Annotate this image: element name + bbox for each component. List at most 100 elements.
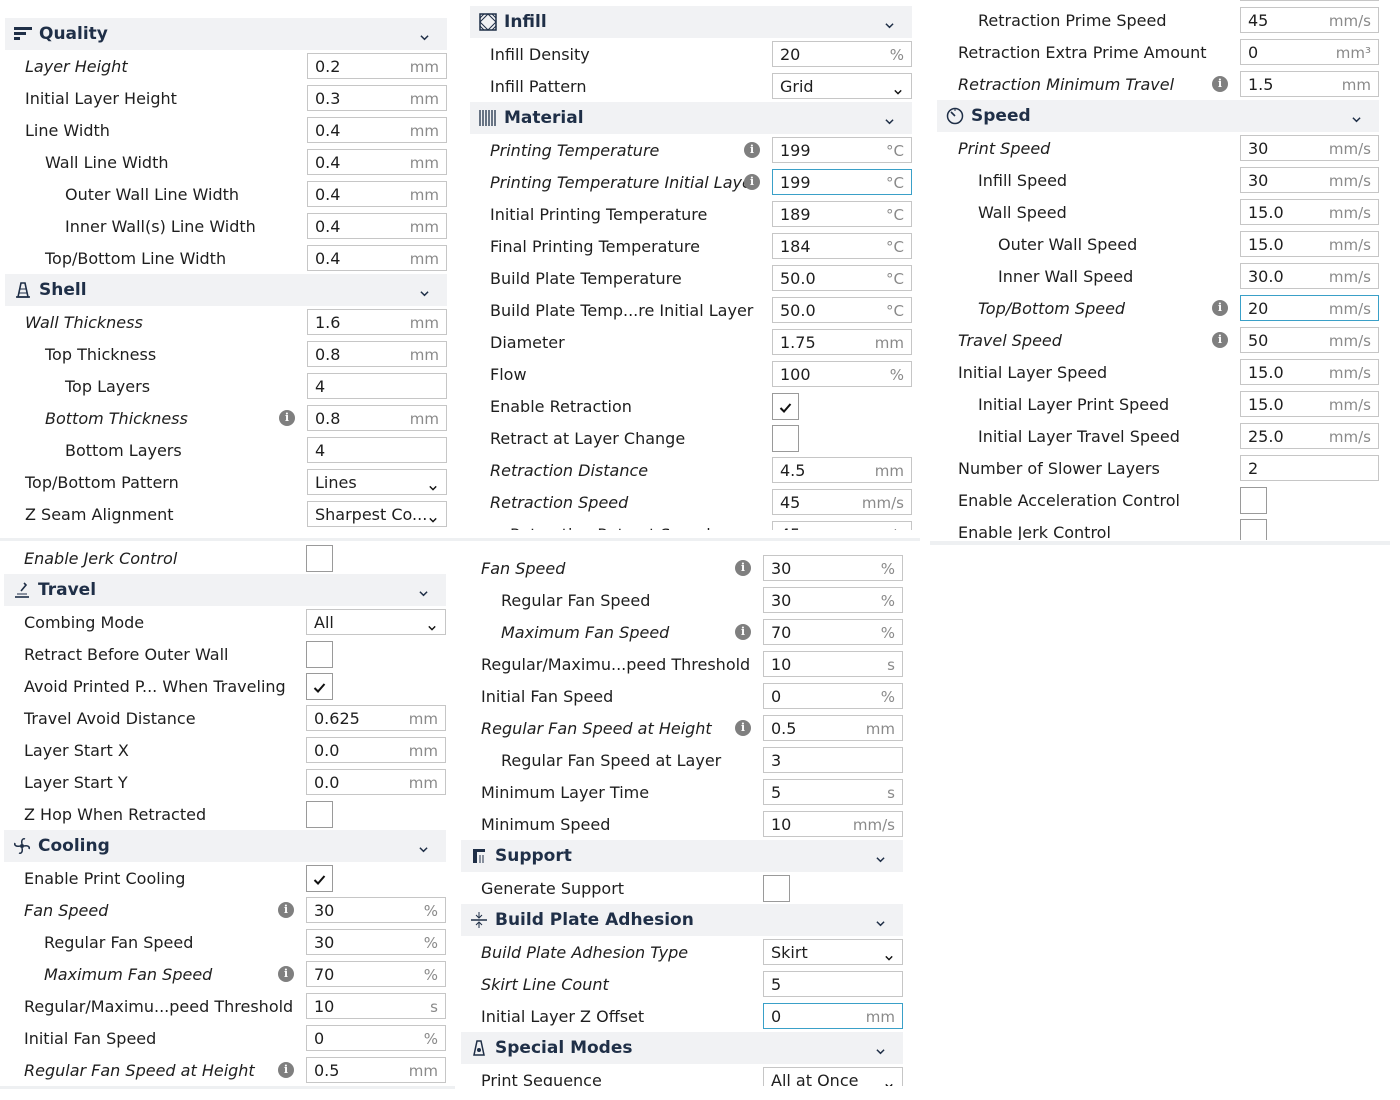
setting-input[interactable]: 0.8 mm [307,405,447,431]
chevron-down-icon[interactable] [420,27,429,41]
setting-input[interactable]: 0.4 mm [307,149,447,175]
setting-dropdown[interactable]: Grid [772,73,912,99]
setting-input[interactable]: 50 mm/s [1240,327,1379,353]
section-header-build-plate-adhesion[interactable]: Build Plate Adhesion [461,904,903,936]
chevron-down-icon[interactable] [1352,109,1361,123]
setting-dropdown[interactable]: Skirt [763,939,903,965]
setting-input[interactable]: 70% [306,961,446,987]
setting-input[interactable]: 0.2 mm [307,53,447,79]
setting-dropdown[interactable]: Sharpest Co... [307,501,447,527]
setting-input[interactable]: 0.4 mm [307,181,447,207]
setting-input[interactable]: 70% [763,619,903,645]
setting-input[interactable]: 0.4 mm [307,213,447,239]
chevron-down-icon[interactable] [419,583,428,597]
info-icon[interactable]: i [735,624,751,640]
setting-dropdown[interactable]: All at Once [763,1067,903,1086]
setting-input[interactable]: 0.5 mm [306,1057,446,1083]
setting-checkbox[interactable] [306,865,333,892]
setting-input[interactable]: 25.0 mm/s [1240,423,1379,449]
setting-input[interactable]: 45mm/s [772,521,912,530]
setting-checkbox[interactable] [1240,519,1267,540]
setting-input[interactable]: 0.625 mm [306,705,446,731]
setting-input[interactable]: 1.6 mm [307,309,447,335]
setting-input[interactable]: 0.0 mm [306,769,446,795]
setting-checkbox[interactable] [763,875,790,902]
setting-input[interactable]: 0.0 mm [306,737,446,763]
info-icon[interactable]: i [278,902,294,918]
section-header-cooling[interactable]: Cooling [4,830,446,862]
chevron-down-icon[interactable] [876,1041,885,1055]
setting-input[interactable]: 5s [763,779,903,805]
setting-input[interactable]: 0 mm³ [1240,39,1379,65]
section-header-speed[interactable]: Speed [937,100,1379,132]
section-header-infill[interactable]: Infill [470,6,912,38]
chevron-down-icon[interactable] [885,111,894,125]
setting-input[interactable]: 199 °C [772,137,912,163]
setting-input[interactable]: 30% [763,555,903,581]
setting-input[interactable]: 4 [307,373,447,399]
setting-input[interactable]: 50.0 °C [772,297,912,323]
setting-checkbox[interactable] [306,545,333,572]
setting-input[interactable]: 4.5 mm [772,457,912,483]
setting-input[interactable]: 0.5 mm [763,715,903,741]
setting-input[interactable]: 30 mm/s [1240,167,1379,193]
info-icon[interactable]: i [735,720,751,736]
section-header-material[interactable]: Material [470,102,912,134]
setting-input[interactable]: 189 °C [772,201,912,227]
info-icon[interactable]: i [1212,76,1228,92]
setting-dropdown[interactable]: All [306,609,446,635]
setting-checkbox[interactable] [772,425,799,452]
setting-input[interactable]: 15.0 mm/s [1240,231,1379,257]
chevron-down-icon[interactable] [420,283,429,297]
chevron-down-icon[interactable] [876,913,885,927]
setting-checkbox[interactable] [306,641,333,668]
setting-input[interactable]: 1.5 mm [1240,71,1379,97]
section-header-special-modes[interactable]: Special Modes [461,1032,903,1064]
info-icon[interactable]: i [278,1062,294,1078]
setting-input[interactable]: 15.0 mm/s [1240,391,1379,417]
setting-input[interactable]: 5 [763,971,903,997]
setting-input[interactable]: 0% [763,683,903,709]
setting-input[interactable]: 2 [1240,455,1379,481]
setting-input[interactable]: 184 °C [772,233,912,259]
setting-checkbox[interactable] [772,393,799,420]
info-icon[interactable]: i [279,410,295,426]
setting-checkbox[interactable] [306,801,333,828]
setting-input[interactable]: 10 s [763,651,903,677]
setting-input[interactable]: 0.4 mm [307,117,447,143]
setting-input[interactable]: 45mm/s [1240,0,1379,1]
setting-input[interactable]: 15.0 mm/s [1240,199,1379,225]
section-header-travel[interactable]: Travel [4,574,446,606]
setting-input[interactable]: 30 mm/s [1240,135,1379,161]
section-header-support[interactable]: Support [461,840,903,872]
setting-input[interactable]: 20 mm/s [1240,295,1379,321]
info-icon[interactable]: i [744,142,760,158]
setting-input[interactable]: 30.0 mm/s [1240,263,1379,289]
setting-input[interactable]: 1.75 mm [772,329,912,355]
setting-input[interactable]: 100% [772,361,912,387]
section-header-quality[interactable]: Quality [5,18,447,50]
info-icon[interactable]: i [1212,332,1228,348]
setting-input[interactable]: 0.3 mm [307,85,447,111]
setting-input[interactable]: 10 mm/s [763,811,903,837]
setting-input[interactable]: 45mm/s [772,489,912,515]
setting-input[interactable]: 45mm/s [1240,7,1379,33]
setting-input[interactable]: 0.4 mm [307,245,447,271]
setting-input[interactable]: 4 [307,437,447,463]
setting-input[interactable]: 30% [306,929,446,955]
setting-input[interactable]: 20% [772,41,912,67]
setting-input[interactable]: 10 s [306,993,446,1019]
setting-input[interactable]: 30% [763,587,903,613]
chevron-down-icon[interactable] [419,839,428,853]
section-header-shell[interactable]: Shell [5,274,447,306]
setting-input[interactable]: 50.0 °C [772,265,912,291]
info-icon[interactable]: i [735,560,751,576]
setting-input[interactable]: 30% [306,897,446,923]
setting-checkbox[interactable] [1240,487,1267,514]
info-icon[interactable]: i [744,174,760,190]
setting-input[interactable]: 15.0 mm/s [1240,359,1379,385]
info-icon[interactable]: i [278,966,294,982]
setting-input[interactable]: 3 [763,747,903,773]
setting-input[interactable]: 0% [306,1025,446,1051]
info-icon[interactable]: i [1212,300,1228,316]
